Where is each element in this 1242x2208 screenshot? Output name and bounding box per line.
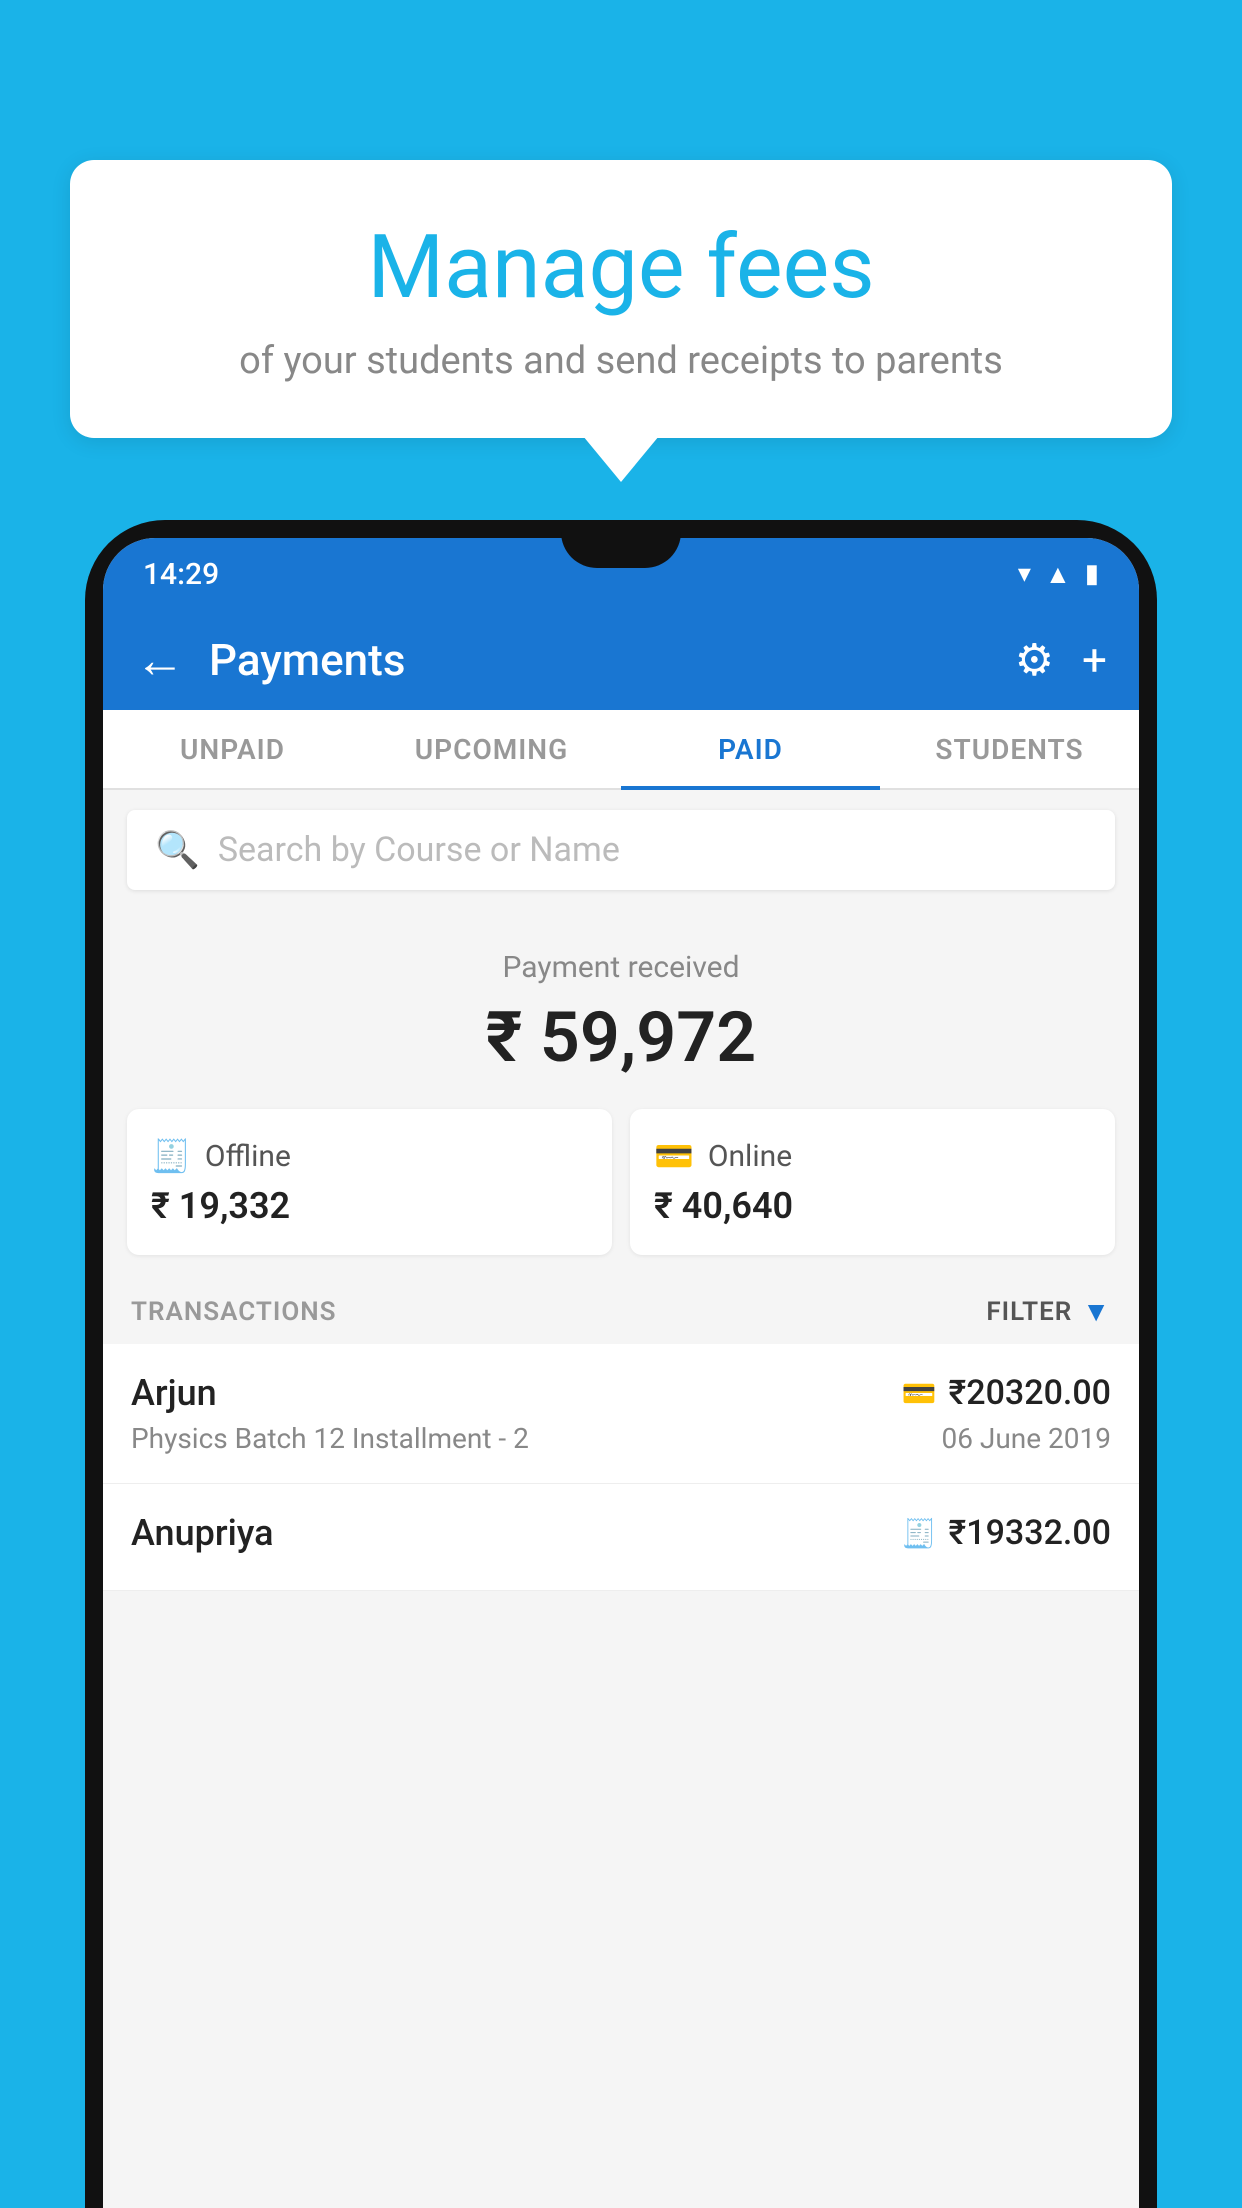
pay-type-icon-2: 🧾 bbox=[902, 1517, 937, 1550]
search-bar[interactable]: 🔍 Search by Course or Name bbox=[127, 810, 1115, 890]
transaction-row: Arjun 💳 ₹20320.00 Physics Batch 12 Insta… bbox=[103, 1344, 1139, 1484]
search-placeholder: Search by Course or Name bbox=[218, 830, 620, 870]
online-icon: 💳 bbox=[654, 1137, 694, 1175]
status-icons: ▾ ▲ ▮ bbox=[1018, 559, 1099, 590]
tab-unpaid[interactable]: UNPAID bbox=[103, 710, 362, 788]
tab-upcoming[interactable]: UPCOMING bbox=[362, 710, 621, 788]
phone-screen: 14:29 ▾ ▲ ▮ ← Payments ⚙ + UNPAID UPCOMI… bbox=[103, 538, 1139, 2208]
wifi-icon: ▾ bbox=[1018, 559, 1031, 589]
offline-icon: 🧾 bbox=[151, 1137, 191, 1175]
app-content: 🔍 Search by Course or Name Payment recei… bbox=[103, 790, 1139, 2208]
payment-received-label: Payment received bbox=[127, 950, 1115, 985]
tab-paid[interactable]: PAID bbox=[621, 710, 880, 788]
student-name-2: Anupriya bbox=[131, 1512, 274, 1554]
speech-bubble-subtitle: of your students and send receipts to pa… bbox=[120, 339, 1122, 383]
search-icon: 🔍 bbox=[155, 829, 200, 871]
online-amount: ₹ 40,640 bbox=[654, 1185, 1091, 1227]
speech-bubble: Manage fees of your students and send re… bbox=[70, 160, 1172, 438]
speech-bubble-title: Manage fees bbox=[120, 220, 1122, 317]
online-payment-card: 💳 Online ₹ 40,640 bbox=[630, 1109, 1115, 1255]
header-icons: ⚙ + bbox=[1015, 634, 1107, 686]
add-icon[interactable]: + bbox=[1082, 634, 1107, 686]
offline-amount: ₹ 19,332 bbox=[151, 1185, 588, 1227]
phone-notch bbox=[561, 520, 681, 568]
offline-payment-card: 🧾 Offline ₹ 19,332 bbox=[127, 1109, 612, 1255]
tx-amount-1: ₹20320.00 bbox=[949, 1373, 1111, 1413]
online-label: Online bbox=[708, 1139, 792, 1174]
filter-label: FILTER bbox=[986, 1297, 1072, 1327]
payment-cards: 🧾 Offline ₹ 19,332 💳 Online ₹ 40,640 bbox=[103, 1109, 1139, 1279]
offline-label: Offline bbox=[205, 1139, 291, 1174]
signal-icon: ▲ bbox=[1045, 559, 1071, 590]
filter-icon: ▼ bbox=[1082, 1295, 1111, 1328]
course-name-1: Physics Batch 12 Installment - 2 bbox=[131, 1422, 529, 1455]
transaction-row-top-2: Anupriya 🧾 ₹19332.00 bbox=[131, 1512, 1111, 1554]
header-title: Payments bbox=[209, 634, 1015, 686]
amount-wrap-1: 💳 ₹20320.00 bbox=[902, 1373, 1111, 1413]
offline-card-header: 🧾 Offline bbox=[151, 1137, 588, 1175]
battery-icon: ▮ bbox=[1085, 559, 1099, 589]
tx-amount-2: ₹19332.00 bbox=[949, 1513, 1111, 1553]
transactions-label: TRANSACTIONS bbox=[131, 1297, 337, 1327]
back-button[interactable]: ← bbox=[135, 631, 185, 690]
app-header: ← Payments ⚙ + bbox=[103, 610, 1139, 710]
student-name-1: Arjun bbox=[131, 1372, 217, 1414]
payment-received-amount: ₹ 59,972 bbox=[127, 997, 1115, 1079]
status-time: 14:29 bbox=[143, 557, 219, 592]
transaction-row-bottom-1: Physics Batch 12 Installment - 2 06 June… bbox=[131, 1422, 1111, 1455]
tx-date-1: 06 June 2019 bbox=[941, 1422, 1111, 1455]
payment-summary: Payment received ₹ 59,972 bbox=[103, 910, 1139, 1109]
transaction-row-top-1: Arjun 💳 ₹20320.00 bbox=[131, 1372, 1111, 1414]
transaction-row-2: Anupriya 🧾 ₹19332.00 bbox=[103, 1484, 1139, 1591]
online-card-header: 💳 Online bbox=[654, 1137, 1091, 1175]
pay-type-icon-1: 💳 bbox=[902, 1377, 937, 1410]
phone-frame: 14:29 ▾ ▲ ▮ ← Payments ⚙ + UNPAID UPCOMI… bbox=[85, 520, 1157, 2208]
tab-bar: UNPAID UPCOMING PAID STUDENTS bbox=[103, 710, 1139, 790]
tab-students[interactable]: STUDENTS bbox=[880, 710, 1139, 788]
filter-button[interactable]: FILTER ▼ bbox=[986, 1295, 1111, 1328]
transactions-header: TRANSACTIONS FILTER ▼ bbox=[103, 1279, 1139, 1344]
amount-wrap-2: 🧾 ₹19332.00 bbox=[902, 1513, 1111, 1553]
settings-icon[interactable]: ⚙ bbox=[1015, 634, 1054, 686]
